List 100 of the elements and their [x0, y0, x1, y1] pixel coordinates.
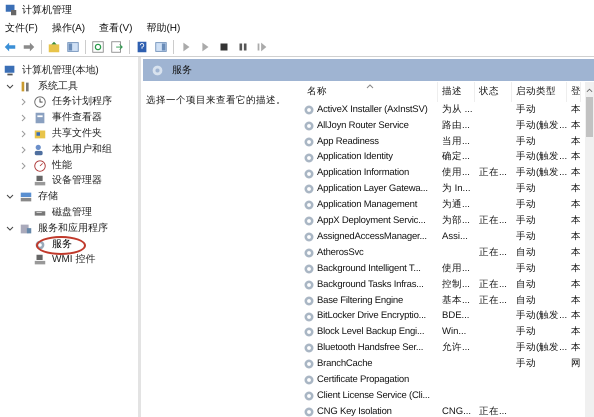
table-cell: 手动(触发... [516, 118, 567, 133]
service-name[interactable]: AllJoyn Router Service [317, 118, 409, 133]
scrollbar[interactable] [585, 82, 594, 417]
restart-icon[interactable] [255, 40, 269, 54]
service-name[interactable]: Certificate Propagation [317, 372, 410, 388]
tree-item[interactable]: 系统工具 [36, 82, 80, 92]
tree-item[interactable]: 存储 [36, 192, 60, 202]
description-text: 选择一个项目来查看它的描述。 [146, 95, 286, 106]
gear-icon [303, 326, 315, 338]
service-name[interactable]: Base Filtering Engine [317, 294, 404, 308]
tree-item[interactable]: 任务计划程序 [50, 97, 114, 108]
service-name[interactable]: Background Tasks Infras... [317, 278, 424, 292]
service-name[interactable]: Bluetooth Handsfree Ser... [317, 341, 424, 356]
service-name[interactable]: AtherosSvc [317, 246, 364, 260]
table-cell: 为部... [442, 214, 470, 228]
table-cell-text: 手动 [516, 102, 536, 117]
table-cell: 本 [571, 341, 581, 356]
refresh-icon[interactable] [91, 40, 105, 54]
table-cell: 路由... [442, 118, 470, 133]
tree-item[interactable]: 计算机管理(本地) [20, 66, 101, 76]
table-cell: 手动 [516, 198, 536, 212]
column-header[interactable]: 描述 [438, 82, 475, 102]
menu-item[interactable]: 查看(V) [99, 21, 132, 36]
service-name[interactable]: Background Intelligent T... [317, 262, 421, 276]
table-cell: 手动 [516, 214, 536, 228]
export-icon[interactable] [110, 40, 124, 54]
tree-item[interactable]: 本地用户和组 [50, 144, 114, 155]
gear-icon [303, 278, 315, 291]
device-icon [33, 253, 47, 268]
chevron-right-icon[interactable] [20, 114, 28, 122]
tree-item[interactable]: 服务 [50, 240, 74, 250]
table-cell-text: 本 [571, 309, 581, 324]
device-icon [33, 174, 47, 188]
tree-item[interactable]: 服务和应用程序 [36, 224, 110, 234]
service-name[interactable]: CNG Key Isolation [317, 404, 392, 417]
service-name[interactable]: App Readiness [317, 134, 379, 149]
service-name[interactable]: Application Information [317, 166, 410, 181]
help-icon[interactable] [135, 40, 149, 54]
table-cell-text: 本 [571, 166, 581, 180]
gear-icon [303, 199, 315, 212]
chevron-down-icon[interactable] [6, 82, 14, 91]
service-name[interactable]: Client License Service (Cli... [317, 388, 430, 404]
menu-item[interactable]: 操作(A) [52, 21, 86, 36]
column-header[interactable]: 启动类型 [512, 82, 567, 102]
computer-icon [3, 64, 17, 78]
gauge-icon [33, 158, 47, 173]
service-name[interactable]: Application Identity [317, 150, 393, 165]
service-name[interactable]: Block Level Backup Engi... [317, 325, 424, 340]
gear-icon [303, 215, 315, 228]
service-name[interactable]: BranchCache [317, 357, 372, 372]
table-cell: 为通... [442, 198, 470, 212]
table-cell-text: Assi... [442, 230, 468, 244]
table-cell-text: 正在... [479, 294, 507, 308]
service-name[interactable]: Application Management [317, 198, 418, 212]
gear-icon [303, 374, 315, 386]
service-name[interactable]: ActiveX Installer (AxInstSV) [317, 102, 428, 118]
table-cell: CNG... [442, 404, 472, 417]
service-name[interactable]: Application Layer Gatewa... [317, 182, 428, 197]
service-name[interactable]: BitLocker Drive Encryptio... [317, 309, 426, 324]
column-header[interactable]: 登 [567, 82, 581, 102]
table-cell: 本 [571, 262, 581, 276]
table-cell-text: 手动(触发... [516, 166, 567, 180]
chevron-down-icon[interactable] [6, 193, 14, 202]
chevron-right-icon[interactable] [20, 130, 28, 138]
column-header[interactable]: 名称 [303, 82, 438, 102]
gear-icon [303, 104, 315, 116]
gear-icon [151, 64, 164, 76]
chevron-down-icon[interactable] [6, 224, 14, 233]
chevron-right-icon[interactable] [20, 162, 28, 170]
table-cell: 本 [571, 214, 581, 228]
gear-icon [303, 168, 315, 180]
tree-item[interactable]: 磁盘管理 [50, 208, 94, 218]
service-name[interactable]: AssignedAccessManager... [317, 230, 427, 244]
table-cell-text: 基本... [442, 294, 470, 308]
table-cell-text: 确定... [442, 150, 470, 164]
action-pane-icon[interactable] [154, 40, 168, 54]
tree-item[interactable]: 设备管理器 [50, 176, 104, 186]
tree-item[interactable]: WMI 控件 [50, 255, 98, 266]
scroll-thumb[interactable] [586, 97, 593, 137]
column-header[interactable]: 状态 [475, 82, 512, 102]
tree-pane-icon[interactable] [66, 40, 80, 54]
tree-item[interactable]: 共享文件夹 [50, 129, 104, 140]
table-cell-text: 手动 [516, 182, 536, 196]
chevron-right-icon[interactable] [20, 98, 28, 106]
menu-item[interactable]: 文件(F) [5, 21, 38, 36]
table-cell-text: 本 [571, 294, 581, 308]
gear-icon [303, 152, 315, 164]
table-cell: 控制... [442, 278, 470, 292]
sort-caret-icon [366, 84, 374, 89]
tree-item[interactable]: 性能 [50, 160, 74, 171]
chevron-right-icon[interactable] [20, 146, 28, 154]
menu-item[interactable]: 帮助(H) [146, 21, 180, 36]
scroll-up-icon[interactable] [586, 88, 593, 93]
folder-up-icon[interactable] [47, 40, 61, 54]
table-cell: 本 [571, 278, 581, 292]
gear-icon [303, 231, 315, 244]
table-cell: 使用... [442, 262, 470, 276]
tree-item[interactable]: 事件查看器 [50, 113, 104, 124]
service-name[interactable]: AppX Deployment Servic... [317, 214, 426, 228]
table-cell: 正在... [479, 278, 507, 292]
